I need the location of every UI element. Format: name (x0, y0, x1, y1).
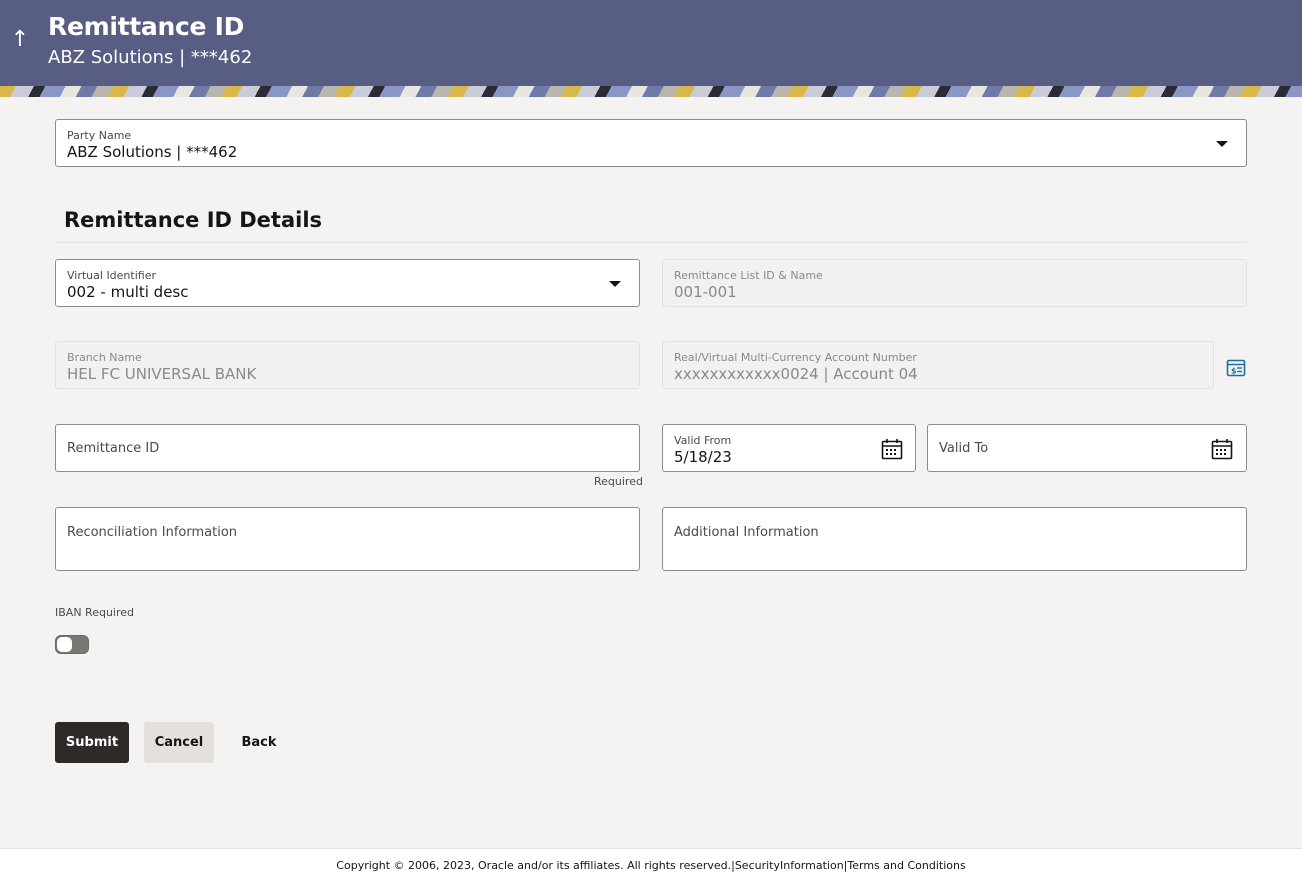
party-name-select[interactable]: Party Name ABZ Solutions | ***462 (55, 119, 1247, 167)
calendar-icon[interactable] (1211, 438, 1233, 460)
remittance-id-required: Required (594, 475, 643, 488)
remittance-id-placeholder: Remittance ID (67, 441, 160, 456)
iban-required-toggle[interactable] (55, 635, 89, 654)
chevron-down-icon (609, 281, 621, 287)
back-arrow-icon[interactable]: ↑ (10, 28, 30, 52)
valid-from-label: Valid From (674, 434, 732, 447)
reconciliation-placeholder: Reconciliation Information (67, 525, 238, 540)
account-number-value: xxxxxxxxxxxx0024 | Account 04 (674, 365, 918, 383)
page-footer: Copyright © 2006, 2023, Oracle and/or it… (0, 848, 1302, 882)
calendar-icon[interactable] (881, 438, 903, 460)
valid-to-placeholder: Valid To (939, 441, 989, 456)
remittance-list-value: 001-001 (674, 283, 737, 301)
valid-from-date[interactable]: Valid From 5/18/23 (662, 424, 916, 472)
additional-info-textarea[interactable]: Additional Information (662, 507, 1247, 571)
remittance-list-field: Remittance List ID & Name 001-001 (662, 259, 1247, 307)
cancel-button[interactable]: Cancel (144, 722, 214, 763)
section-title: Remittance ID Details (64, 208, 323, 232)
party-name-value: ABZ Solutions | ***462 (67, 143, 238, 161)
iban-required-label: IBAN Required (55, 606, 134, 619)
virtual-identifier-label: Virtual Identifier (67, 269, 156, 282)
page-subtitle: ABZ Solutions | ***462 (48, 47, 253, 68)
back-button[interactable]: Back (230, 722, 288, 763)
virtual-identifier-select[interactable]: Virtual Identifier 002 - multi desc (55, 259, 640, 307)
party-name-label: Party Name (67, 129, 132, 142)
page-title: Remittance ID (48, 12, 245, 41)
remittance-list-label: Remittance List ID & Name (674, 269, 823, 282)
branch-name-label: Branch Name (67, 351, 142, 364)
reconciliation-textarea[interactable]: Reconciliation Information (55, 507, 640, 571)
valid-from-value: 5/18/23 (674, 448, 732, 466)
account-details-icon[interactable]: $ (1226, 358, 1246, 378)
additional-info-placeholder: Additional Information (674, 525, 819, 540)
branch-name-value: HEL FC UNIVERSAL BANK (67, 365, 257, 383)
svg-text:$: $ (1231, 367, 1237, 376)
account-number-field: Real/Virtual Multi-Currency Account Numb… (662, 341, 1214, 389)
valid-to-date[interactable]: Valid To (927, 424, 1247, 472)
account-number-label: Real/Virtual Multi-Currency Account Numb… (674, 351, 917, 364)
decorative-banner (0, 86, 1302, 97)
section-divider (55, 242, 1247, 243)
chevron-down-icon (1216, 141, 1228, 147)
toggle-knob (57, 637, 72, 652)
page-header: ↑ Remittance ID ABZ Solutions | ***462 (0, 0, 1302, 86)
branch-name-field: Branch Name HEL FC UNIVERSAL BANK (55, 341, 640, 389)
remittance-id-input[interactable]: Remittance ID (55, 424, 640, 472)
footer-copyright: Copyright © 2006, 2023, Oracle and/or it… (336, 859, 966, 872)
submit-button[interactable]: Submit (55, 722, 129, 763)
virtual-identifier-value: 002 - multi desc (67, 283, 189, 301)
